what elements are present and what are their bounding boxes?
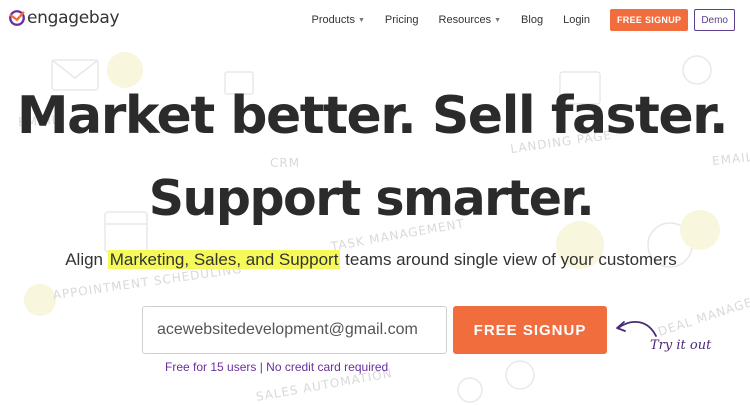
try-it-out-label: Try it out bbox=[650, 338, 712, 353]
chevron-down-icon: ▼ bbox=[357, 16, 365, 24]
nav-blog[interactable]: Blog bbox=[521, 14, 543, 26]
nav-pricing-label: Pricing bbox=[384, 14, 419, 26]
top-navbar: engagebay Products ▼ Pricing Resources ▼… bbox=[0, 0, 750, 40]
subheadline-highlight: Marketing, Sales, and Support bbox=[107, 250, 341, 269]
sun-sketch-icon bbox=[457, 377, 483, 403]
email-input[interactable] bbox=[142, 306, 447, 354]
hero-headline-line-1: Market better. Sell faster. bbox=[16, 86, 729, 146]
yellow-blob-4 bbox=[24, 284, 56, 316]
nav-products[interactable]: Products ▼ bbox=[312, 14, 365, 26]
nav-blog-label: Blog bbox=[521, 14, 544, 26]
hero-subheadline: Align Marketing, Sales, and Support team… bbox=[0, 250, 742, 270]
nav-resources-label: Resources bbox=[438, 14, 492, 26]
nav-demo-button[interactable]: Demo bbox=[694, 9, 735, 31]
nav-login[interactable]: Login bbox=[563, 14, 590, 26]
nav-pricing[interactable]: Pricing bbox=[385, 14, 419, 26]
nav-login-label: Login bbox=[563, 14, 590, 26]
subheadline-prefix: Align bbox=[65, 250, 108, 269]
nav-products-label: Products bbox=[311, 14, 355, 26]
engagebay-logo-icon bbox=[9, 10, 25, 26]
brand-logo[interactable]: engagebay bbox=[8, 8, 120, 28]
nav-resources[interactable]: Resources ▼ bbox=[439, 14, 502, 26]
gear-sketch-icon bbox=[505, 360, 535, 390]
bg-label-email-right: EMAIL bbox=[711, 149, 750, 169]
envelope-flap-sketch bbox=[51, 59, 99, 79]
subheadline-suffix: teams around single view of your custome… bbox=[340, 250, 677, 269]
hero-headline-line-2: Support smarter. bbox=[148, 170, 595, 227]
hero-free-signup-button[interactable]: FREE SIGNUP bbox=[453, 306, 607, 354]
chevron-down-icon: ▼ bbox=[494, 16, 502, 24]
yellow-blob-1 bbox=[107, 52, 143, 88]
nav-free-signup-button[interactable]: FREE SIGNUP bbox=[610, 9, 689, 31]
bg-label-deal-management: DEAL MANAGEMENT bbox=[656, 283, 750, 339]
brand-name: engagebay bbox=[27, 8, 120, 28]
cog-sketch-icon bbox=[682, 55, 712, 85]
nav-menu: Products ▼ Pricing Resources ▼ Blog Logi… bbox=[312, 9, 750, 31]
signup-note: Free for 15 users | No credit card requi… bbox=[165, 360, 389, 374]
